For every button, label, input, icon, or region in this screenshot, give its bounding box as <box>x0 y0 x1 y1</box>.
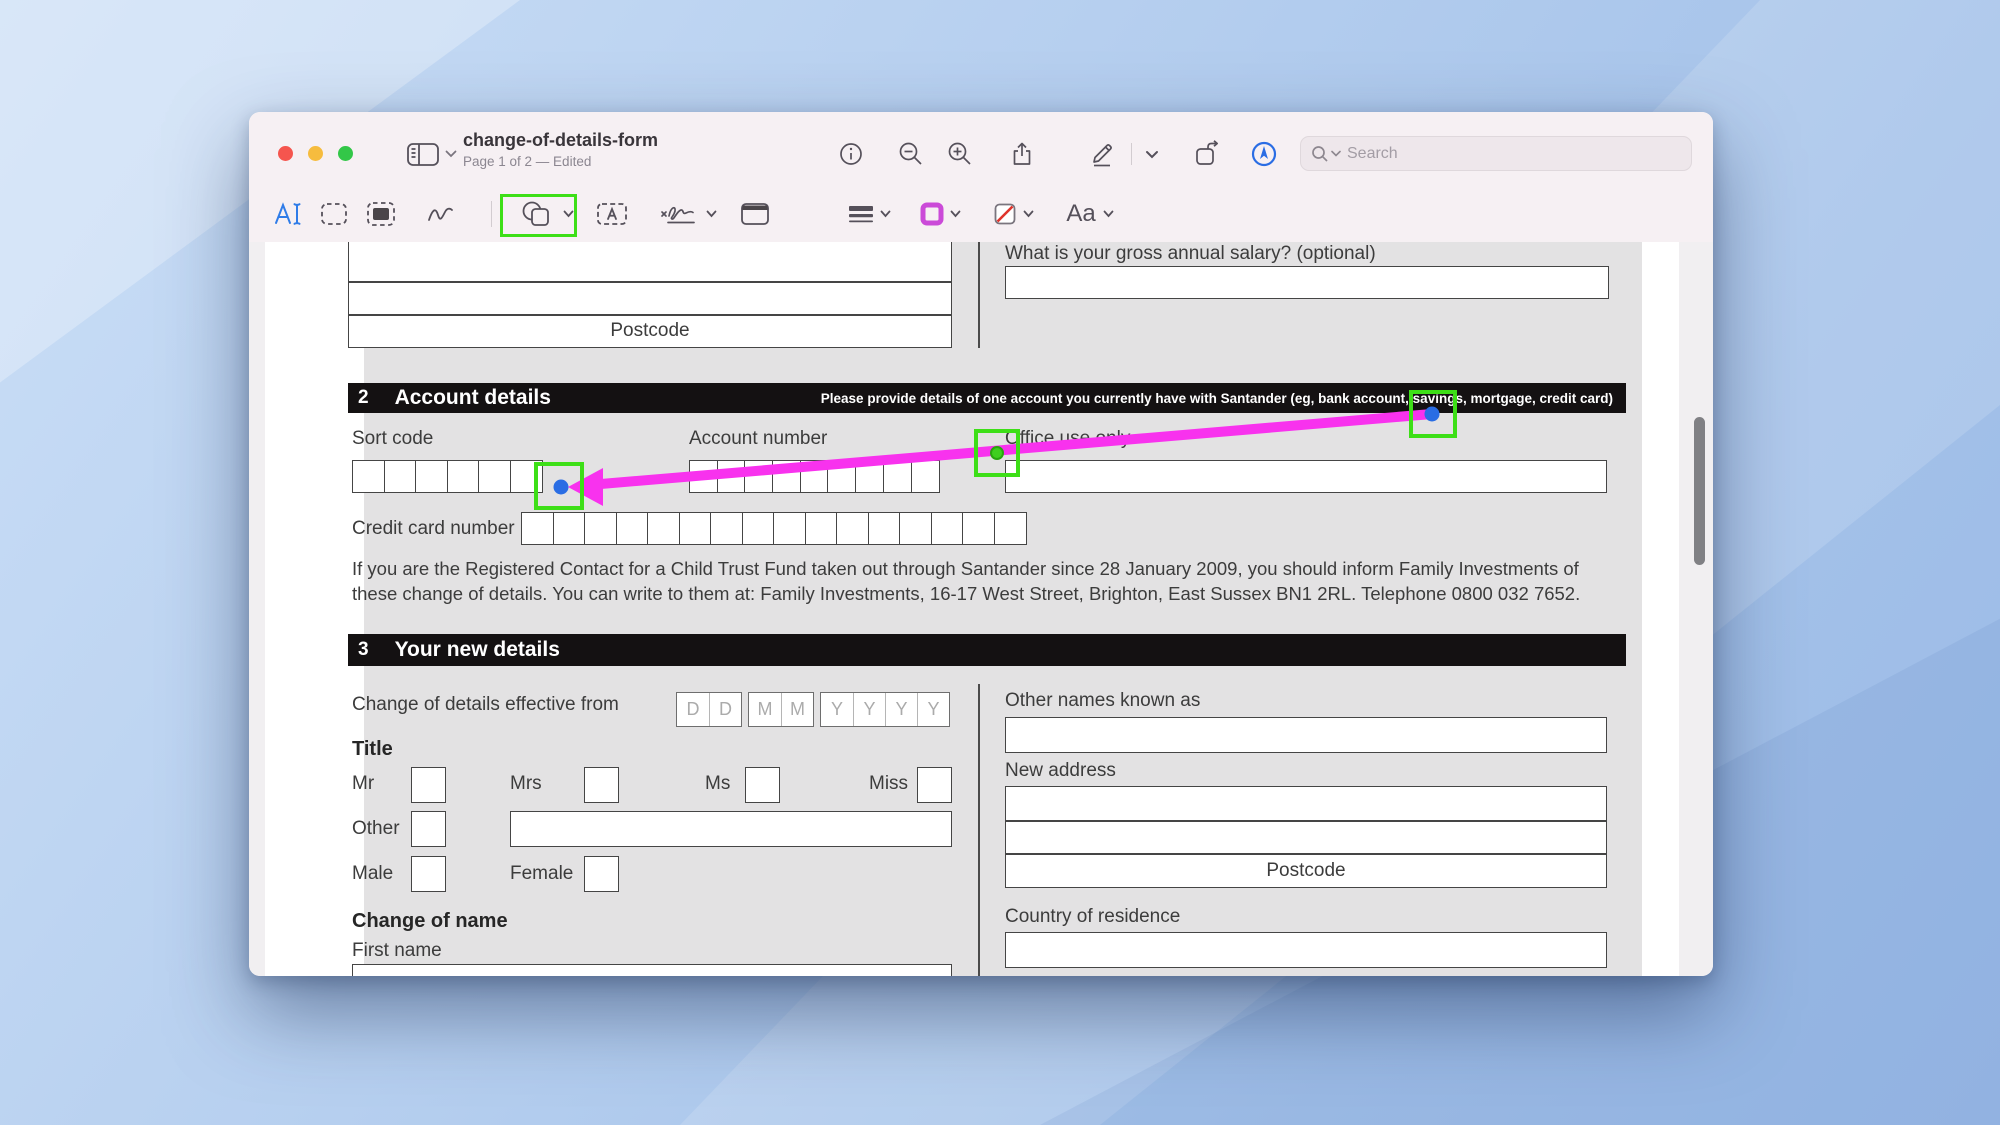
document-viewport: Postcode What is your gross annual salar… <box>249 242 1713 976</box>
text-style-label: Aa <box>1066 200 1095 228</box>
chevron-down-icon <box>1023 210 1034 218</box>
zoom-window-button[interactable] <box>338 146 353 161</box>
redact-tool[interactable] <box>365 199 397 229</box>
navigate-pointer-icon[interactable] <box>1249 139 1279 169</box>
text-selection-tool[interactable] <box>271 199 305 229</box>
fill-color-tool[interactable] <box>985 199 1041 229</box>
minimize-button[interactable] <box>308 146 323 161</box>
sidebar-icon <box>406 141 442 168</box>
close-button[interactable] <box>278 146 293 161</box>
arrow-head[interactable] <box>568 468 603 506</box>
markup-more-chevron[interactable] <box>1139 139 1165 169</box>
chevron-down-icon <box>706 210 717 218</box>
sidebar-toggle-button[interactable] <box>403 139 459 169</box>
border-color-tool[interactable] <box>912 199 968 229</box>
window-title: change-of-details-form <box>463 129 658 151</box>
chevron-down-icon <box>950 210 961 218</box>
shapes-tool-highlight <box>500 194 577 237</box>
chevron-down-icon <box>445 150 457 158</box>
search-input[interactable]: Search <box>1300 136 1692 171</box>
text-box-tool[interactable] <box>594 199 630 229</box>
search-chevron-icon <box>1331 150 1341 157</box>
line-weight-tool[interactable] <box>841 199 897 229</box>
rotate-button[interactable] <box>1192 139 1222 169</box>
sketch-tool[interactable] <box>423 199 457 229</box>
signature-tool[interactable] <box>657 199 719 229</box>
arrow-mid-point[interactable] <box>991 447 1003 459</box>
window-title-block: change-of-details-form Page 1 of 2 — Edi… <box>463 129 658 170</box>
arrow-annotation[interactable] <box>568 414 1432 506</box>
chevron-down-icon <box>880 210 891 218</box>
form-field-tool[interactable] <box>737 199 773 229</box>
arrow-start-point[interactable] <box>1425 407 1440 422</box>
zoom-out-button[interactable] <box>896 139 926 169</box>
page-status: Page 1 of 2 — Edited <box>463 153 658 170</box>
title-bar: change-of-details-form Page 1 of 2 — Edi… <box>249 112 1713 186</box>
markup-pen-button[interactable] <box>1087 139 1117 169</box>
zoom-in-button[interactable] <box>945 139 975 169</box>
chevron-down-icon <box>1103 210 1114 218</box>
arrow-end-point[interactable] <box>554 480 569 495</box>
preview-window: change-of-details-form Page 1 of 2 — Edi… <box>249 112 1713 976</box>
text-style-tool[interactable]: Aa <box>1059 199 1121 229</box>
rectangular-selection-tool[interactable] <box>318 199 350 229</box>
share-button[interactable] <box>1007 139 1037 169</box>
desktop-background: change-of-details-form Page 1 of 2 — Edi… <box>0 0 2000 1125</box>
search-icon <box>1311 145 1329 163</box>
markup-toolbar: Aa <box>249 186 1713 243</box>
info-button[interactable] <box>836 139 866 169</box>
search-placeholder: Search <box>1347 145 1398 163</box>
